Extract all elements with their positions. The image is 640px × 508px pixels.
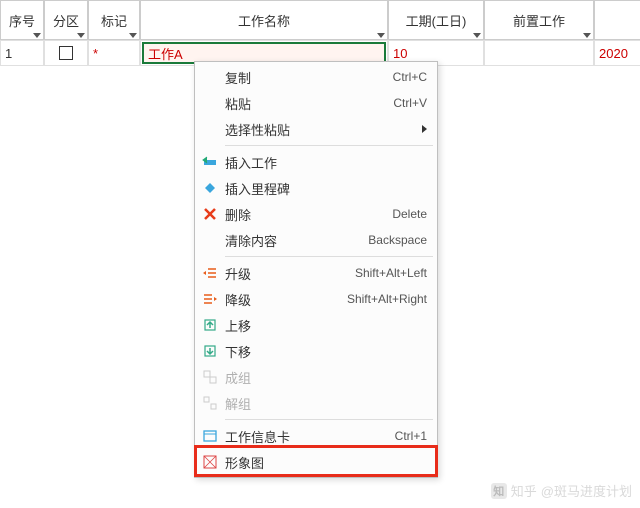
menu-indent-label: 降级 [225, 290, 339, 309]
menu-insert-milestone-label: 插入里程碑 [225, 179, 427, 198]
col-mark-label: 标记 [101, 11, 127, 30]
indent-icon [195, 286, 225, 312]
cell-extra[interactable]: 2020 [594, 40, 640, 66]
cell-mark[interactable]: * [88, 40, 140, 66]
menu-copy-shortcut: Ctrl+C [393, 70, 427, 84]
menu-clear[interactable]: 清除内容 Backspace [195, 227, 437, 253]
menu-ungroup-label: 解组 [225, 394, 427, 413]
menu-move-down[interactable]: 下移 [195, 338, 437, 364]
delete-icon [195, 201, 225, 227]
menu-move-down-label: 下移 [225, 342, 427, 361]
menu-paste-label: 粘贴 [225, 94, 385, 113]
zhihu-logo-icon: 知 [491, 483, 507, 499]
menu-separator [225, 256, 433, 257]
blank-icon [195, 64, 225, 90]
col-extra[interactable] [594, 0, 640, 40]
menu-move-up[interactable]: 上移 [195, 312, 437, 338]
watermark-author: @斑马进度计划 [541, 481, 632, 500]
menu-clear-shortcut: Backspace [368, 233, 427, 247]
col-seq[interactable]: 序号 [0, 0, 44, 40]
menu-group-label: 成组 [225, 368, 427, 387]
menu-paste-shortcut: Ctrl+V [393, 96, 427, 110]
dropdown-icon [473, 33, 481, 38]
col-mark[interactable]: 标记 [88, 0, 140, 40]
menu-outdent[interactable]: 升级 Shift+Alt+Left [195, 260, 437, 286]
col-name-label: 工作名称 [238, 11, 290, 30]
col-name[interactable]: 工作名称 [140, 0, 388, 40]
menu-shape[interactable]: 形象图 [195, 449, 437, 475]
partition-checkbox[interactable] [59, 46, 73, 60]
info-card-icon [195, 423, 225, 449]
menu-delete-label: 删除 [225, 205, 384, 224]
menu-info-card-label: 工作信息卡 [225, 427, 387, 446]
move-down-icon [195, 338, 225, 364]
menu-delete-shortcut: Delete [392, 207, 427, 221]
dropdown-icon [583, 33, 591, 38]
menu-outdent-shortcut: Shift+Alt+Left [355, 266, 427, 280]
col-duration[interactable]: 工期(工日) [388, 0, 484, 40]
col-partition-label: 分区 [53, 11, 79, 30]
group-icon [195, 364, 225, 390]
menu-insert-task[interactable]: 插入工作 [195, 149, 437, 175]
menu-insert-milestone[interactable]: 插入里程碑 [195, 175, 437, 201]
menu-ungroup: 解组 [195, 390, 437, 416]
blank-icon [195, 116, 225, 142]
blank-icon [195, 90, 225, 116]
outdent-icon [195, 260, 225, 286]
cell-predecessor[interactable] [484, 40, 594, 66]
menu-paste-special[interactable]: 选择性粘贴 [195, 116, 437, 142]
col-duration-label: 工期(工日) [406, 11, 467, 30]
dropdown-icon [377, 33, 385, 38]
col-predecessor-label: 前置工作 [513, 11, 565, 30]
ungroup-icon [195, 390, 225, 416]
insert-milestone-icon [195, 175, 225, 201]
shape-icon [195, 449, 225, 475]
task-grid: 序号 分区 标记 工作名称 工期(工日) 前置工作 1 * 工作A 10 202… [0, 0, 640, 66]
menu-shape-label: 形象图 [225, 453, 427, 472]
menu-info-card-shortcut: Ctrl+1 [395, 429, 427, 443]
menu-info-card[interactable]: 工作信息卡 Ctrl+1 [195, 423, 437, 449]
menu-indent[interactable]: 降级 Shift+Alt+Right [195, 286, 437, 312]
grid-header: 序号 分区 标记 工作名称 工期(工日) 前置工作 [0, 0, 640, 40]
task-name-value: 工作A [148, 44, 183, 63]
watermark-site: 知乎 [511, 481, 537, 500]
menu-clear-label: 清除内容 [225, 231, 360, 250]
menu-outdent-label: 升级 [225, 264, 347, 283]
col-predecessor[interactable]: 前置工作 [484, 0, 594, 40]
menu-copy-label: 复制 [225, 68, 385, 87]
context-menu: 复制 Ctrl+C 粘贴 Ctrl+V 选择性粘贴 插入工作 插入里程碑 删除 … [194, 61, 438, 478]
col-seq-label: 序号 [9, 11, 35, 30]
menu-indent-shortcut: Shift+Alt+Right [347, 292, 427, 306]
col-partition[interactable]: 分区 [44, 0, 88, 40]
menu-insert-task-label: 插入工作 [225, 153, 427, 172]
cell-seq[interactable]: 1 [0, 40, 44, 66]
menu-group: 成组 [195, 364, 437, 390]
menu-copy[interactable]: 复制 Ctrl+C [195, 64, 437, 90]
menu-paste-special-label: 选择性粘贴 [225, 120, 414, 139]
dropdown-icon [77, 33, 85, 38]
watermark: 知 知乎 @斑马进度计划 [491, 481, 632, 500]
insert-task-icon [195, 149, 225, 175]
blank-icon [195, 227, 225, 253]
menu-paste[interactable]: 粘贴 Ctrl+V [195, 90, 437, 116]
dropdown-icon [33, 33, 41, 38]
submenu-arrow-icon [422, 125, 427, 133]
menu-separator [225, 145, 433, 146]
menu-delete[interactable]: 删除 Delete [195, 201, 437, 227]
cell-partition[interactable] [44, 40, 88, 66]
menu-move-up-label: 上移 [225, 316, 427, 335]
menu-separator [225, 419, 433, 420]
move-up-icon [195, 312, 225, 338]
dropdown-icon [129, 33, 137, 38]
